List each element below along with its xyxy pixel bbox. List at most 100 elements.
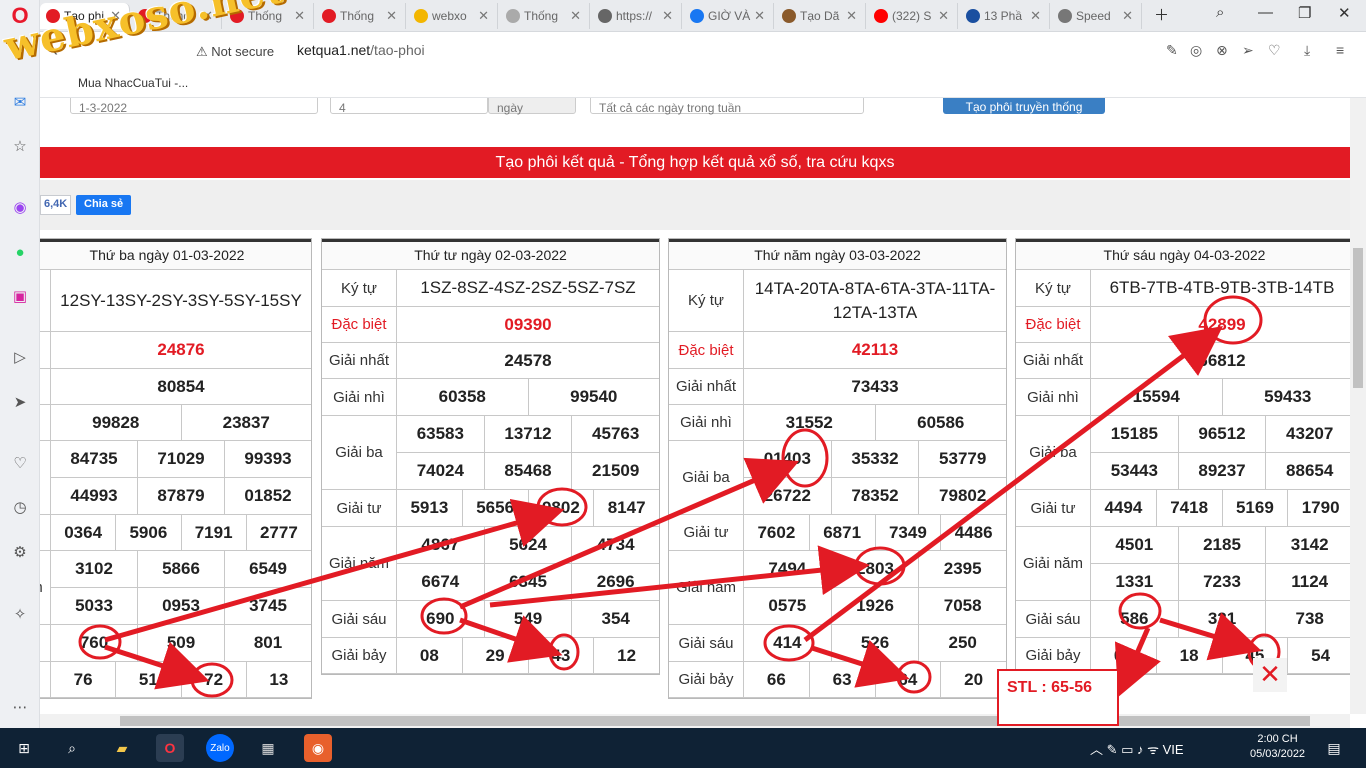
- number-cell: 354: [601, 609, 630, 628]
- block-icon[interactable]: ⊗: [1216, 42, 1228, 59]
- tab-favicon-icon: [598, 9, 612, 23]
- tips-bulb-icon[interactable]: ✧: [8, 602, 32, 626]
- prize-label: [40, 270, 51, 331]
- more-icon[interactable]: ⋯: [8, 695, 32, 719]
- tab-10[interactable]: 13 Phầ ✕: [960, 3, 1050, 29]
- horizontal-scroll-thumb[interactable]: [120, 716, 1310, 726]
- tab-close-icon[interactable]: ✕: [662, 8, 673, 24]
- menu-icon[interactable]: ≡: [1336, 42, 1344, 58]
- number-cell: 2395: [943, 559, 982, 578]
- clock[interactable]: 2:00 CH 05/03/2022: [1250, 732, 1305, 762]
- number-cell: 99828: [51, 405, 182, 440]
- number-cell: 09390: [504, 314, 552, 334]
- date-input[interactable]: 1-3-2022: [70, 98, 318, 115]
- messenger-shortcut-icon[interactable]: ✉: [8, 90, 32, 114]
- restore-icon[interactable]: ❐: [1298, 4, 1311, 22]
- number-cell: 84735: [51, 441, 138, 477]
- fb-like-count: 6,4K: [40, 195, 72, 215]
- opera-taskbar-icon[interactable]: O: [156, 734, 184, 762]
- tab-close-icon[interactable]: ✕: [386, 8, 397, 24]
- new-tab-icon[interactable]: ＋: [1154, 4, 1169, 25]
- number-cell: 63583: [397, 416, 485, 452]
- tab-7[interactable]: GIỜ VÀ ✕: [684, 3, 774, 29]
- camera-app-icon[interactable]: ◉: [304, 734, 332, 762]
- bookmark-item[interactable]: Mua NhacCuaTui -...: [78, 76, 188, 90]
- settings-icon[interactable]: ⚙: [8, 540, 32, 564]
- messenger-icon[interactable]: ◉: [8, 195, 32, 219]
- close-ad-icon[interactable]: ✕: [1253, 658, 1287, 692]
- search-icon[interactable]: ⌕: [1216, 4, 1224, 21]
- prize-row: Giải nhất 24578: [322, 343, 659, 379]
- windows-start-icon[interactable]: ⊞: [10, 734, 38, 762]
- number-cell: 78352: [832, 478, 920, 514]
- speed-dial-icon[interactable]: ☆: [8, 134, 32, 158]
- prize-row: Giải nhì 15594 59433: [1016, 379, 1350, 416]
- fb-share-button[interactable]: Chia sẻ: [76, 195, 132, 215]
- days-count-input[interactable]: 4: [330, 98, 488, 115]
- close-window-icon[interactable]: ✕: [1338, 4, 1351, 22]
- heart-icon[interactable]: ♡: [8, 451, 32, 475]
- share-icon[interactable]: ➢: [1242, 42, 1254, 59]
- number-cell: 71029: [138, 441, 225, 477]
- file-explorer-icon[interactable]: ▰: [108, 734, 136, 762]
- prize-label: Giải năm: [1016, 527, 1091, 600]
- history-icon[interactable]: ◷: [8, 495, 32, 519]
- number-cell: 13: [269, 669, 289, 689]
- tab-close-icon[interactable]: ✕: [1122, 8, 1133, 24]
- number-cell: 2777: [259, 522, 298, 542]
- tab-11[interactable]: Speed ✕: [1052, 3, 1142, 29]
- create-button[interactable]: Tạo phôi truyền thống: [943, 98, 1105, 114]
- number-cell: 6674: [397, 564, 485, 600]
- number-cell: 7191: [182, 515, 247, 550]
- zalo-icon[interactable]: Zalo: [206, 734, 234, 762]
- tab-5[interactable]: Thống ✕: [500, 3, 590, 29]
- tab-close-icon[interactable]: ✕: [478, 8, 489, 24]
- number-cell: 6345: [485, 564, 573, 600]
- camera-icon[interactable]: ◎: [1190, 42, 1202, 59]
- prize-label: [40, 441, 51, 514]
- calculator-icon[interactable]: ▦: [254, 734, 282, 762]
- number-cell: 96512: [1179, 416, 1267, 452]
- favorite-icon[interactable]: ♡: [1268, 42, 1281, 59]
- url-field[interactable]: ketqua1.net/tao-phoi: [297, 42, 425, 58]
- tab-label: GIỜ VÀ: [708, 9, 751, 23]
- vertical-scroll-thumb[interactable]: [1353, 248, 1363, 388]
- weekday-select[interactable]: Tất cả các ngày trong tuần: [590, 98, 864, 115]
- tab-close-icon[interactable]: ✕: [846, 8, 857, 24]
- tab-close-icon[interactable]: ✕: [294, 8, 305, 24]
- day-table: Thứ ba ngày 01-03-2022 12SY-13SY-2SY-3SY-…: [40, 238, 312, 699]
- number-cell: 6549: [249, 559, 287, 578]
- tab-4[interactable]: webxo ✕: [408, 3, 498, 29]
- instagram-icon[interactable]: ▣: [8, 284, 32, 308]
- send-icon[interactable]: ➤: [8, 390, 32, 414]
- notifications-icon[interactable]: ▤: [1320, 734, 1348, 762]
- prize-row: Giải nhì 31552 60586: [669, 405, 1006, 441]
- tab-9[interactable]: (322) S ✕: [868, 3, 958, 29]
- vertical-scrollbar[interactable]: [1350, 98, 1366, 714]
- tab-close-icon[interactable]: ✕: [938, 8, 949, 24]
- number-cell: 526: [832, 625, 920, 661]
- system-tray[interactable]: ︿ ✎ ▭ ♪ ᯤ VIE: [1090, 739, 1184, 758]
- number-cell: 5866: [138, 551, 225, 587]
- tab-close-icon[interactable]: ✕: [570, 8, 581, 24]
- prize-row: 76 51 72 13: [40, 662, 311, 698]
- tab-6[interactable]: https:// ✕: [592, 3, 682, 29]
- download-icon[interactable]: ⤓: [1304, 42, 1310, 59]
- edit-icon[interactable]: ✎: [1166, 42, 1178, 59]
- minimize-icon[interactable]: —: [1258, 4, 1273, 21]
- horizontal-scrollbar[interactable]: [40, 714, 1350, 728]
- player-icon[interactable]: ▷: [8, 345, 32, 369]
- prize-label: Giải nhì: [1016, 379, 1091, 415]
- taskbar-search-icon[interactable]: ⌕: [58, 734, 86, 762]
- tab-close-icon[interactable]: ✕: [754, 8, 765, 24]
- whatsapp-icon[interactable]: ●: [8, 240, 32, 264]
- security-indicator[interactable]: ⚠ Not secure: [196, 44, 274, 60]
- number-cell: 74024: [397, 453, 485, 489]
- tab-close-icon[interactable]: ✕: [1030, 8, 1041, 24]
- prize-row: m31025866 6549 50330953 3745: [40, 551, 311, 625]
- code-cell: 1SZ-8SZ-4SZ-2SZ-5SZ-7SZ: [420, 278, 636, 297]
- tab-3[interactable]: Thống ✕: [316, 3, 406, 29]
- number-cell: 01852: [244, 486, 292, 505]
- prize-label: Giải tư: [1016, 490, 1091, 526]
- tab-8[interactable]: Tạo Dã ✕: [776, 3, 866, 29]
